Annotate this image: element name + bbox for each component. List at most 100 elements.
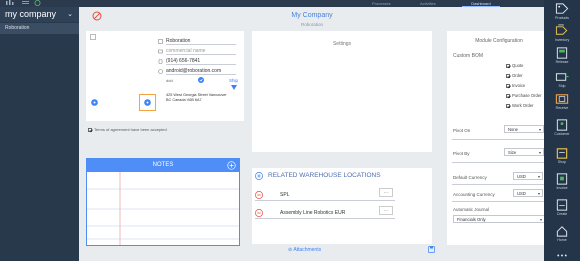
location-name[interactable]: Assembly Line Robotics EUR [280, 210, 345, 216]
module-checkbox-invoice[interactable]: Invoice [506, 83, 525, 88]
nav-item-products[interactable]: Products [544, 2, 580, 20]
home-icon [554, 224, 570, 238]
tag-icon [554, 2, 570, 16]
nav-item-inventory[interactable]: Inventory [544, 24, 580, 42]
module-config-card: Module Configuration Custom BOM Quote Ord… [447, 31, 551, 245]
nav-item-customer[interactable]: Customer [544, 118, 580, 136]
nav-item-receive[interactable]: Receive [544, 92, 580, 110]
pivot-by-value: Size [508, 150, 517, 155]
tab-activities[interactable]: Activities [420, 0, 436, 7]
add-note-icon[interactable] [227, 161, 236, 170]
ship-label[interactable]: Ship [229, 78, 238, 83]
building-icon [158, 39, 163, 44]
remove-location-icon[interactable] [255, 209, 263, 217]
accounting-currency-select[interactable]: USD ▾ [513, 189, 543, 197]
menu-icon[interactable] [6, 0, 16, 6]
customer-icon [554, 118, 570, 132]
automatic-journal-select[interactable]: Financials Only ▾ [453, 215, 545, 223]
notes-header: NOTES [87, 159, 239, 172]
ship-icon [554, 70, 570, 84]
nav-item-shop[interactable]: Shop [544, 146, 580, 164]
location-left-icon[interactable] [91, 99, 98, 106]
dropdown-arrow-icon: ▾ [537, 174, 540, 179]
nav-item-ship[interactable]: Ship [544, 70, 580, 88]
company-label: my company [5, 9, 57, 19]
dropdown-arrow-icon: ▾ [539, 217, 542, 222]
company-info-card: Roboration commercial name (914) 656-784… [86, 31, 244, 121]
pivot-on-select[interactable]: None ▾ [504, 125, 544, 133]
remove-location-icon[interactable] [255, 191, 263, 199]
top-bar: Processes Activities Dashboard [0, 0, 544, 7]
checkbox[interactable] [506, 73, 510, 78]
nav-item-label: Customer [554, 132, 570, 136]
checkbox[interactable] [506, 83, 510, 88]
module-checkbox-work-order[interactable]: Work Order [506, 103, 534, 108]
shop-icon [554, 146, 570, 160]
nav-item-home[interactable]: Home [544, 224, 580, 242]
location-name[interactable]: SPL [280, 192, 289, 198]
page-subtitle: Roboration [300, 22, 323, 27]
warehouse-card: RELATED WAREHOUSE LOCATIONS SPL ... Asse… [252, 168, 432, 244]
tab-dashboard[interactable]: Dashboard [462, 0, 500, 7]
commercial-icon [158, 49, 163, 54]
nav-item-label: Create [556, 212, 568, 216]
ship-arrow-icon [231, 85, 237, 90]
page-title: My Company [291, 12, 333, 19]
notes-area[interactable] [87, 172, 239, 245]
warehouse-title: RELATED WAREHOUSE LOCATIONS [268, 172, 381, 179]
dropdown-arrow-icon: ▾ [538, 150, 541, 155]
notes-title: NOTES [152, 162, 174, 168]
nav-item-label: Ship [558, 84, 566, 88]
dropdown-arrow-icon: ▾ [537, 191, 540, 196]
toggle-circle-icon[interactable] [198, 77, 204, 83]
nav-item-more[interactable]: more [544, 248, 580, 261]
nav-item-label: Release [555, 60, 569, 64]
save-icon[interactable] [428, 246, 435, 253]
custom-bom-label: Custom BOM [453, 53, 484, 59]
location-more-button[interactable]: ... [379, 188, 393, 197]
pivot-by-select[interactable]: Size ▾ [504, 148, 544, 156]
automatic-journal-label: Automatic Journal [453, 207, 490, 212]
add-warehouse-icon[interactable] [255, 172, 263, 180]
module-label: Quote [512, 63, 524, 68]
nav-item-label: Products [555, 16, 569, 20]
nav-item-release[interactable]: Release [544, 46, 580, 64]
nav-item-label: Inventory [554, 38, 570, 42]
nav-item-label: Receive [555, 106, 569, 110]
default-currency-select[interactable]: USD ▾ [513, 172, 543, 180]
location-more-button[interactable]: ... [379, 206, 393, 215]
nav-item-invoice[interactable]: Invoice [544, 172, 580, 190]
sidebar-item-roboration[interactable]: Roboration [0, 23, 79, 34]
settings-card: Settings [252, 31, 432, 152]
list-icon[interactable] [22, 0, 30, 6]
tag-stack-icon [554, 24, 570, 38]
checkbox[interactable] [506, 103, 510, 108]
globe-icon[interactable] [34, 0, 41, 6]
nav-item-create[interactable]: Create [544, 198, 580, 216]
pivot-on-label: Pivot On [453, 128, 471, 133]
module-checkbox-order[interactable]: Order [506, 73, 523, 78]
terms-checkbox[interactable] [88, 127, 92, 132]
company-logo-placeholder[interactable] [90, 34, 96, 40]
cancel-icon[interactable] [92, 11, 102, 21]
create-icon [554, 198, 570, 212]
right-nav: Products Inventory Release Ship Receive Custo… [544, 0, 580, 261]
tab-processes[interactable]: Processes [372, 0, 391, 7]
more-icon [554, 248, 570, 261]
terms-accepted[interactable]: Terms of agreement have been accepted [88, 127, 167, 132]
attachments-label: Attachments [293, 247, 322, 253]
company-selector[interactable]: my company ⌄ [0, 7, 79, 22]
module-label: Work Order [512, 103, 534, 108]
module-checkbox-quote[interactable]: Quote [506, 63, 523, 68]
nav-item-label: Shop [557, 160, 567, 164]
ddd-field[interactable]: ddd [166, 78, 173, 83]
checkbox[interactable] [506, 93, 510, 98]
default-currency-value: USD [517, 174, 526, 179]
module-label: Purchase Order [512, 93, 542, 98]
selected-location-box[interactable] [139, 94, 156, 111]
checkbox[interactable] [506, 63, 510, 68]
module-checkbox-purchase-order[interactable]: Purchase Order [506, 93, 542, 98]
nav-item-label: Invoice [556, 186, 568, 190]
phone-icon [158, 59, 163, 64]
attachments-link[interactable]: ⊘ Attachments [288, 247, 321, 253]
